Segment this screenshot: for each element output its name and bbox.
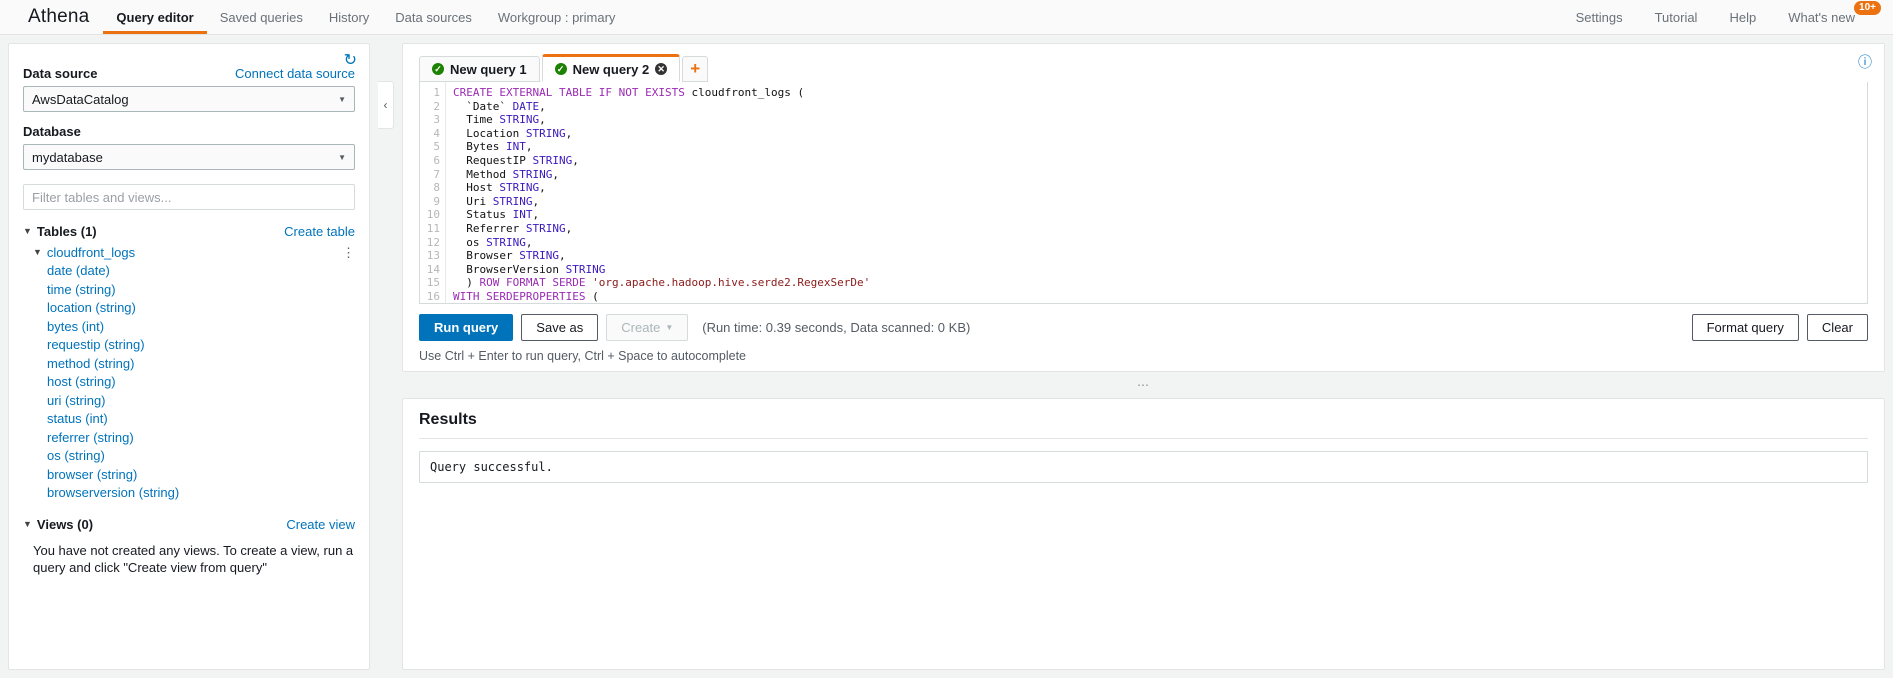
query-editor-panel: ⓘ ✓ New query 1 ✓ New query 2 ✕ + 123456… — [402, 43, 1885, 372]
nav-label: Settings — [1575, 9, 1623, 25]
tab-new-query-1[interactable]: ✓ New query 1 — [419, 56, 540, 82]
views-section-toggle[interactable]: ▼ Views (0) — [23, 517, 93, 532]
connect-data-source-link[interactable]: Connect data source — [235, 66, 355, 81]
editor-line-numbers: 123456789101112131415161718 — [420, 82, 446, 303]
chevron-down-icon: ▼ — [665, 323, 674, 332]
tables-section-header: ▼ Tables (1) Create table — [23, 224, 355, 239]
database-label: Database — [23, 124, 81, 139]
data-source-header: Data source Connect data source — [23, 66, 355, 81]
tables-section-toggle[interactable]: ▼ Tables (1) — [23, 224, 97, 239]
list-item[interactable]: browser (string) — [23, 466, 355, 485]
nav-item-help[interactable]: Help — [1713, 3, 1772, 34]
nav-label: Help — [1729, 9, 1757, 25]
keyboard-hint: Use Ctrl + Enter to run query, Ctrl + Sp… — [419, 349, 747, 363]
views-section-label: Views (0) — [36, 516, 94, 532]
list-item[interactable]: location (string) — [23, 299, 355, 318]
nav-label: Workgroup : primary — [497, 9, 616, 25]
list-item[interactable]: bytes (int) — [23, 318, 355, 337]
main-content: ⓘ ✓ New query 1 ✓ New query 2 ✕ + 123456… — [402, 43, 1885, 670]
create-table-link[interactable]: Create table — [284, 224, 355, 239]
status-ok-icon: ✓ — [554, 63, 567, 75]
data-source-value: AwsDataCatalog — [32, 91, 129, 107]
caret-down-icon: ▼ — [23, 226, 32, 236]
sql-code-content[interactable]: CREATE EXTERNAL TABLE IF NOT EXISTS clou… — [446, 82, 1867, 303]
add-query-tab-button[interactable]: + — [682, 56, 709, 82]
sidebar: ↻ Data source Connect data source AwsDat… — [8, 43, 370, 670]
list-item[interactable]: host (string) — [23, 373, 355, 392]
database-select[interactable]: mydatabase ▼ — [23, 144, 355, 170]
list-item[interactable]: browserversion (string) — [23, 484, 355, 503]
editor-action-bar-right: Format query Clear — [1691, 314, 1868, 341]
results-title: Results — [419, 411, 477, 428]
create-button[interactable]: Create ▼ — [606, 314, 689, 341]
tab-label: New query 2 — [572, 61, 650, 77]
page-body: ↻ Data source Connect data source AwsDat… — [0, 35, 1893, 678]
results-message: Query successful. — [419, 451, 1868, 483]
table-name[interactable]: ▼ cloudfront_logs — [33, 245, 135, 260]
nav-item-query-editor[interactable]: Query editor — [103, 3, 207, 34]
sql-code-editor[interactable]: 123456789101112131415161718 CREATE EXTER… — [419, 82, 1868, 304]
nav-item-saved-queries[interactable]: Saved queries — [207, 3, 316, 34]
nav-item-settings[interactable]: Settings — [1560, 3, 1639, 34]
list-item[interactable]: uri (string) — [23, 392, 355, 411]
collapse-sidebar-button[interactable]: ‹ — [378, 81, 394, 129]
clear-button[interactable]: Clear — [1806, 314, 1868, 341]
table-node-cloudfront-logs[interactable]: ▼ cloudfront_logs ⋮ — [23, 245, 355, 260]
run-time-info: (Run time: 0.39 seconds, Data scanned: 0… — [702, 320, 971, 335]
tables-section-label: Tables (1) — [36, 224, 97, 239]
list-item[interactable]: referrer (string) — [23, 429, 355, 448]
list-item[interactable]: requestip (string) — [23, 336, 355, 355]
nav-item-history[interactable]: History — [316, 3, 382, 34]
list-item[interactable]: time (string) — [23, 281, 355, 300]
app-brand: Athena — [28, 6, 90, 27]
tab-label: New query 1 — [450, 61, 527, 77]
info-icon[interactable]: ⓘ — [1858, 52, 1872, 72]
panel-splitter[interactable]: ⋯ — [402, 379, 1885, 391]
nav-label: Query editor — [116, 9, 194, 25]
query-tab-bar: ✓ New query 1 ✓ New query 2 ✕ + — [419, 54, 1868, 82]
list-item[interactable]: method (string) — [23, 355, 355, 374]
close-icon[interactable]: ✕ — [655, 63, 668, 75]
filter-tables-input[interactable] — [23, 184, 355, 210]
whats-new-badge: 10+ — [1854, 1, 1881, 15]
top-navigation: Athena Query editor Saved queries Histor… — [0, 0, 1893, 35]
editor-action-bar: Run query Save as Create ▼ (Run time: 0.… — [419, 314, 1868, 341]
caret-down-icon: ▼ — [33, 247, 42, 257]
sidebar-collapser: ‹ — [378, 43, 394, 670]
views-empty-message: You have not created any views. To creat… — [33, 542, 354, 575]
nav-item-tutorial[interactable]: Tutorial — [1639, 3, 1714, 34]
caret-down-icon: ▼ — [23, 518, 32, 529]
views-section-header: ▼ Views (0) Create view — [23, 517, 355, 532]
nav-item-data-sources[interactable]: Data sources — [382, 3, 485, 34]
save-as-button[interactable]: Save as — [521, 314, 599, 341]
status-ok-icon: ✓ — [432, 63, 444, 75]
top-navigation-right: Settings Tutorial Help What's new — [1560, 0, 1893, 34]
run-query-button[interactable]: Run query — [419, 314, 514, 341]
nav-label: What's new — [1788, 9, 1855, 25]
tab-new-query-2[interactable]: ✓ New query 2 ✕ — [541, 54, 681, 82]
list-item[interactable]: os (string) — [23, 447, 355, 466]
results-panel: Results Query successful. — [402, 398, 1885, 670]
create-button-label: Create — [621, 320, 661, 335]
divider — [419, 438, 1868, 439]
chevron-down-icon: ▼ — [338, 152, 346, 162]
nav-label: Data sources — [395, 9, 472, 25]
data-source-label: Data source — [23, 66, 98, 81]
list-item[interactable]: status (int) — [23, 410, 355, 429]
table-name-label: cloudfront_logs — [46, 245, 136, 260]
nav-label: Tutorial — [1654, 9, 1698, 25]
nav-label: History — [328, 9, 370, 25]
refresh-icon[interactable]: ↻ — [344, 53, 357, 69]
database-header: Database — [23, 124, 355, 139]
nav-item-workgroup[interactable]: Workgroup : primary — [485, 3, 629, 34]
create-view-link[interactable]: Create view — [286, 517, 355, 532]
data-source-select[interactable]: AwsDataCatalog ▼ — [23, 86, 355, 112]
list-item[interactable]: date (date) — [23, 262, 355, 281]
table-options-kebab-icon[interactable]: ⋮ — [342, 246, 355, 259]
column-list: date (date) time (string) location (stri… — [23, 262, 355, 503]
format-query-button[interactable]: Format query — [1691, 314, 1799, 341]
nav-label: Saved queries — [219, 9, 303, 25]
database-value: mydatabase — [32, 149, 103, 165]
chevron-down-icon: ▼ — [338, 94, 346, 104]
